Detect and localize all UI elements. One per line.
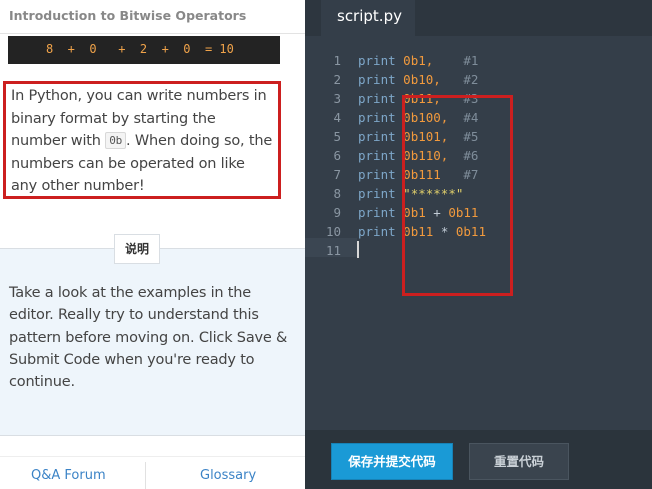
code-keyword: print <box>358 186 396 201</box>
qa-forum-link[interactable]: Q&A Forum <box>31 468 106 483</box>
instructions-tab-label: 说明 <box>124 242 149 256</box>
line-number: 2 <box>333 72 341 87</box>
code-comment: #1 <box>463 53 479 68</box>
code-editor-panel: script.py 1 2 3 4 5 6 7 8 9 10 11 print … <box>305 0 652 489</box>
file-tab-label: script.py <box>337 7 402 25</box>
editor-tab-bar: script.py <box>305 0 652 36</box>
line-number: 1 <box>333 53 341 68</box>
code-number: 0b10, <box>403 72 441 87</box>
line-number: 9 <box>333 205 341 220</box>
code-line: print 0b1, #1 <box>358 53 478 68</box>
lesson-paragraph: In Python, you can write numbers in bina… <box>11 85 274 198</box>
line-number: 7 <box>333 167 341 182</box>
highlight-box <box>402 95 513 296</box>
file-tab-script[interactable]: script.py <box>321 0 415 36</box>
line-number: 5 <box>333 129 341 144</box>
example-code-strip: 8 + 0 + 2 + 0 = 10 <box>8 36 280 64</box>
line-number: 10 <box>325 224 341 239</box>
save-submit-label: 保存并提交代码 <box>348 454 436 469</box>
example-code-text: 8 + 0 + 2 + 0 = 10 <box>46 42 234 56</box>
instructions-body: Take a look at the examples in the edito… <box>9 282 294 393</box>
code-keyword: print <box>358 148 396 163</box>
text-cursor <box>357 241 359 258</box>
lesson-panel: Introduction to Bitwise Operators 8 + 0 … <box>0 0 305 489</box>
footer-separator <box>145 462 146 489</box>
glossary-link[interactable]: Glossary <box>200 468 256 483</box>
code-comment: #2 <box>463 72 479 87</box>
save-submit-button[interactable]: 保存并提交代码 <box>331 443 453 480</box>
lesson-footer: Q&A Forum Glossary <box>0 435 305 489</box>
highlighted-paragraph: In Python, you can write numbers in bina… <box>3 81 281 199</box>
code-keyword: print <box>358 91 396 106</box>
line-number: 4 <box>333 110 341 125</box>
code-keyword: print <box>358 110 396 125</box>
line-number: 3 <box>333 91 341 106</box>
code-editor[interactable]: 1 2 3 4 5 6 7 8 9 10 11 print 0b1, #1 pr… <box>305 50 652 430</box>
code-keyword: print <box>358 167 396 182</box>
instructions-tab[interactable]: 说明 <box>114 234 160 264</box>
code-keyword: print <box>358 224 396 239</box>
lesson-title-bar: Introduction to Bitwise Operators <box>0 0 305 34</box>
line-number: 11 <box>325 243 341 258</box>
code-keyword: print <box>358 129 396 144</box>
line-number: 6 <box>333 148 341 163</box>
instructions-text: Take a look at the examples in the edito… <box>9 285 288 391</box>
line-number: 8 <box>333 186 341 201</box>
footer-divider <box>0 456 305 457</box>
inline-code-0b: 0b <box>105 132 127 149</box>
reset-code-label: 重置代码 <box>493 454 544 469</box>
code-line: print 0b10, #2 <box>358 72 478 87</box>
lesson-title: Introduction to Bitwise Operators <box>9 8 247 23</box>
editor-action-bar: 保存并提交代码 重置代码 <box>305 430 652 489</box>
code-number: 0b1, <box>403 53 434 68</box>
code-keyword: print <box>358 72 396 87</box>
code-keyword: print <box>358 205 396 220</box>
code-keyword: print <box>358 53 396 68</box>
reset-code-button[interactable]: 重置代码 <box>469 443 569 480</box>
